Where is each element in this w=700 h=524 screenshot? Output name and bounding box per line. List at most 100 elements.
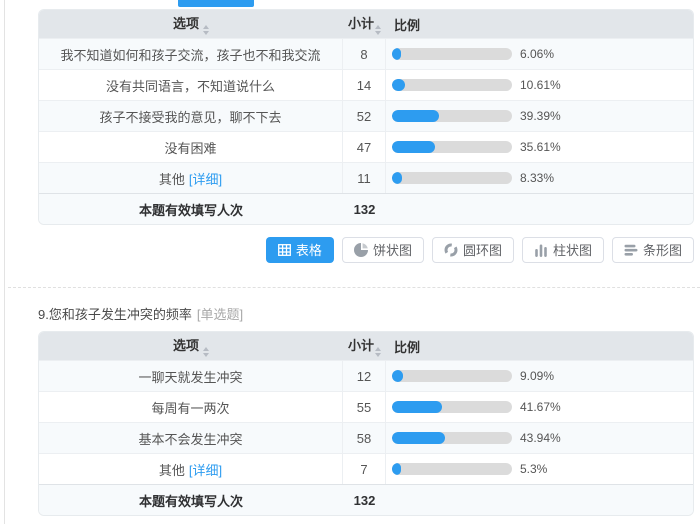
option-label: 一聊天就发生冲突 — [138, 370, 242, 385]
option-cell: 其他[详细] — [39, 162, 343, 193]
count-cell: 8 — [343, 38, 386, 69]
ratio-bar-fill — [392, 110, 439, 122]
table-row: 孩子不接受我的意见，聊不下去 52 39.39% — [39, 100, 693, 131]
percent-label: 41.67% — [520, 400, 561, 414]
detail-link[interactable]: [详细] — [189, 172, 222, 187]
ratio-cell: 35.61% — [386, 131, 693, 162]
ratio-cell: 9.09% — [386, 360, 693, 391]
percent-label: 43.94% — [520, 431, 561, 445]
bar-chart-icon — [624, 243, 638, 257]
percent-label: 5.3% — [520, 462, 547, 476]
option-header-label: 选项 — [173, 338, 199, 353]
count-cell: 58 — [343, 422, 386, 453]
ratio-cell: 8.33% — [386, 162, 693, 193]
question9-results-table: 选项 小计 比例 一聊天就发生冲突129.09%每周有一两次5541.67%基本… — [38, 331, 694, 516]
ratio-bar-fill — [392, 401, 442, 413]
ratio-bar-row: 10.61% — [392, 78, 693, 92]
ratio-bar-row: 35.61% — [392, 140, 693, 154]
option-header-label: 选项 — [173, 16, 199, 31]
option-cell: 基本不会发生冲突 — [39, 422, 343, 453]
question-title: 9.您和孩子发生冲突的频率 [单选题] — [38, 304, 243, 323]
sort-icon[interactable] — [203, 25, 209, 35]
option-label: 我不知道如何和孩子交流，孩子也不和我交流 — [60, 48, 320, 63]
option-cell: 我不知道如何和孩子交流，孩子也不和我交流 — [39, 38, 343, 69]
count-header-label: 小计 — [348, 338, 374, 353]
table-header-row: 选项 小计 比例 — [39, 332, 693, 360]
bar-chart-button[interactable]: 条形图 — [612, 237, 694, 263]
ratio-bar-fill — [392, 370, 403, 382]
active-tab-fragment[interactable] — [178, 0, 254, 7]
ratio-cell: 6.06% — [386, 38, 693, 69]
ratio-bar-row: 39.39% — [392, 109, 693, 123]
column-chart-label: 柱状图 — [553, 244, 592, 257]
option-label: 每周有一两次 — [151, 401, 229, 416]
percent-label: 9.09% — [520, 369, 554, 383]
ratio-bar-row: 8.33% — [392, 171, 693, 185]
table-view-label: 表格 — [296, 244, 322, 257]
ratio-header-label: 比例 — [394, 18, 420, 33]
table-footer-row: 本题有效填写人次 132 — [39, 484, 693, 515]
table-row: 基本不会发生冲突 58 43.94% — [39, 422, 693, 453]
table-footer-row: 本题有效填写人次 132 — [39, 193, 693, 224]
percent-label: 10.61% — [520, 78, 561, 92]
chart-type-toolbar: 表格 饼状图 圆环图 柱状图 条形 — [38, 237, 694, 263]
table-row: 没有共同语言，不知道说什么1410.61% — [39, 69, 693, 100]
table-header-row: 选项 小计 比例 — [39, 10, 693, 38]
option-column-header[interactable]: 选项 — [39, 10, 343, 38]
count-cell: 52 — [343, 100, 386, 131]
question8-results-table: 选项 小计 比例 我不知道如何和孩子交流，孩子也不和我交流 8 6.06% 没有共同语… — [38, 9, 694, 225]
question-title-text: 9.您和孩子发生冲突的频率 — [38, 307, 192, 322]
ratio-bar-fill — [392, 432, 445, 444]
sort-icon[interactable] — [375, 347, 381, 357]
page-left-border — [4, 0, 5, 524]
table-row: 其他[详细]118.33% — [39, 162, 693, 193]
ratio-bar-fill — [392, 48, 401, 60]
sort-icon[interactable] — [203, 347, 209, 357]
ratio-bar-fill — [392, 79, 405, 91]
bar-chart-label: 条形图 — [643, 244, 682, 257]
count-column-header[interactable]: 小计 — [343, 332, 386, 360]
option-label: 基本不会发生冲突 — [138, 432, 242, 447]
ratio-bar-fill — [392, 141, 435, 153]
ratio-cell: 10.61% — [386, 69, 693, 100]
percent-label: 6.06% — [520, 47, 554, 61]
ratio-cell: 41.67% — [386, 391, 693, 422]
question-type-tag: [单选题] — [197, 307, 243, 322]
ratio-column-header: 比例 — [386, 332, 693, 360]
ratio-bar-row: 9.09% — [392, 369, 693, 383]
ratio-column-header: 比例 — [386, 10, 693, 38]
table-row: 没有困难4735.61% — [39, 131, 693, 162]
table-view-button[interactable]: 表格 — [266, 237, 334, 263]
section-divider — [8, 287, 700, 288]
option-label: 孩子不接受我的意见，聊不下去 — [99, 110, 281, 125]
ratio-bar-track — [392, 432, 512, 444]
percent-label: 35.61% — [520, 140, 561, 154]
pie-chart-button[interactable]: 饼状图 — [342, 237, 424, 263]
count-column-header[interactable]: 小计 — [343, 10, 386, 38]
ratio-bar-row: 5.3% — [392, 462, 693, 476]
option-column-header[interactable]: 选项 — [39, 332, 343, 360]
donut-chart-icon — [444, 243, 458, 257]
donut-chart-button[interactable]: 圆环图 — [432, 237, 514, 263]
table-icon — [278, 244, 291, 256]
option-cell: 没有共同语言，不知道说什么 — [39, 69, 343, 100]
sort-icon[interactable] — [375, 25, 381, 35]
footer-label: 本题有效填写人次 — [39, 193, 343, 224]
table-row: 每周有一两次5541.67% — [39, 391, 693, 422]
option-cell: 每周有一两次 — [39, 391, 343, 422]
detail-link[interactable]: [详细] — [189, 463, 222, 478]
column-chart-icon — [534, 243, 548, 257]
pie-chart-icon — [354, 243, 368, 257]
option-label: 没有困难 — [164, 141, 216, 156]
option-cell: 一聊天就发生冲突 — [39, 360, 343, 391]
option-label: 没有共同语言，不知道说什么 — [106, 79, 275, 94]
column-chart-button[interactable]: 柱状图 — [522, 237, 604, 263]
count-cell: 12 — [343, 360, 386, 391]
percent-label: 8.33% — [520, 171, 554, 185]
ratio-bar-track — [392, 110, 512, 122]
ratio-bar-track — [392, 48, 512, 60]
table-row: 其他[详细]75.3% — [39, 453, 693, 484]
ratio-bar-track — [392, 401, 512, 413]
option-label: 其他 — [159, 463, 185, 478]
ratio-bar-track — [392, 79, 512, 91]
